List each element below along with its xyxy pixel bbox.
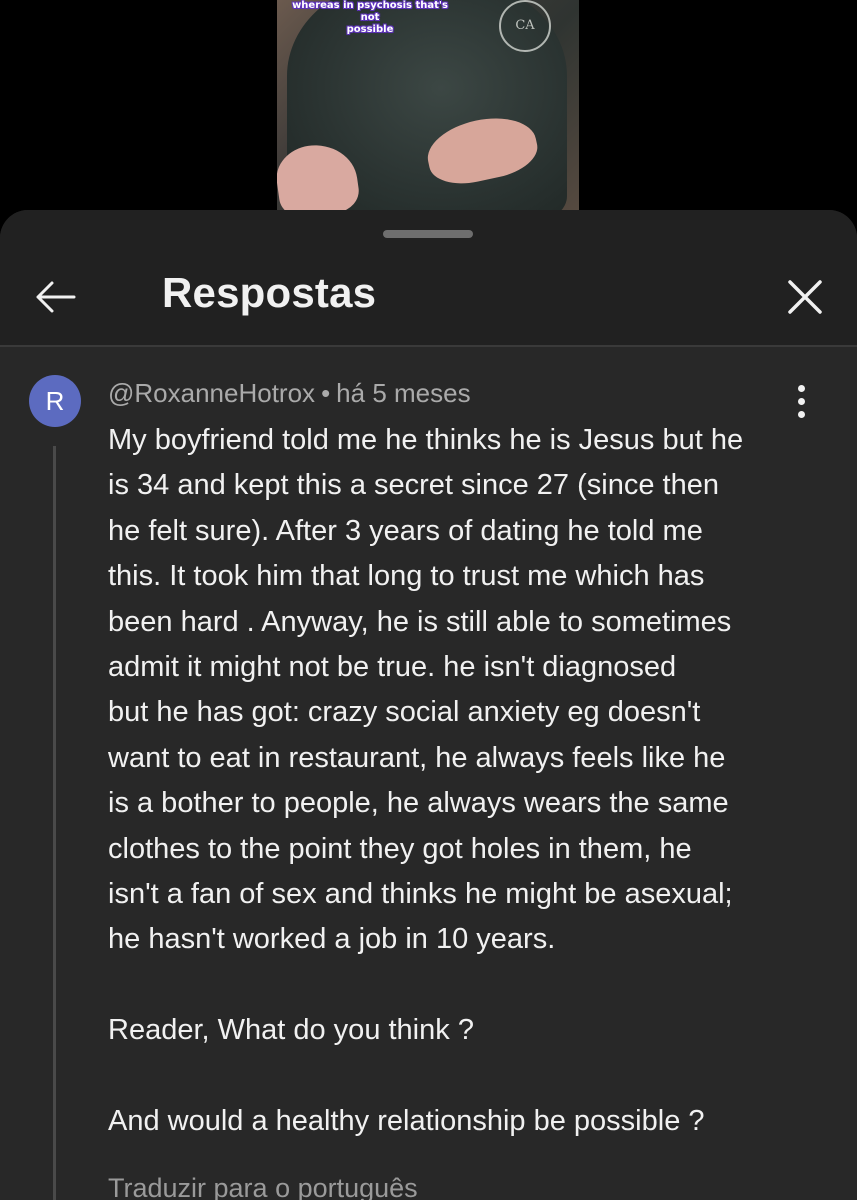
comment-line: he hasn't worked a job in 10 years.: [108, 923, 556, 956]
close-icon: [788, 280, 822, 314]
comment-line: And would a healthy relationship be poss…: [108, 1105, 705, 1138]
comment-line: admit it might not be true. he isn't dia…: [108, 651, 677, 684]
comment-line: clothes to the point they got holes in t…: [108, 832, 692, 865]
thread-line: [53, 446, 56, 1200]
comment-meta: @RoxanneHotrox • há 5 meses: [108, 376, 471, 410]
drag-handle[interactable]: [383, 230, 473, 238]
sheet-title: Respostas: [162, 269, 377, 316]
comment-line: is a bother to people, he always wears t…: [108, 787, 729, 820]
comment-line: is 34 and kept this a secret since 27 (s…: [108, 469, 719, 502]
comment-line: My boyfriend told me he thinks he is Jes…: [108, 424, 744, 456]
comment-line: isn't a fan of sex and thinks he might b…: [108, 878, 733, 911]
comment-line: want to eat in restaurant, he always fee…: [108, 741, 726, 774]
replies-sheet: Respostas R @RoxanneHotrox • há 5 meses My…: [0, 210, 857, 1200]
translate-link[interactable]: Traduzir para o português: [108, 1168, 418, 1200]
back-button[interactable]: [30, 272, 80, 322]
video-caption-line: whereas in psychosis that's not: [292, 0, 448, 23]
close-button[interactable]: [780, 272, 830, 322]
video-caption-line: possible: [346, 24, 394, 35]
comment-author[interactable]: @RoxanneHotrox: [108, 378, 315, 408]
comment-line: he felt sure). After 3 years of dating h…: [108, 514, 703, 547]
more-vert-icon: [786, 385, 816, 418]
comment-time: há 5 meses: [336, 378, 471, 408]
comment-line: been hard . Anyway, he is still able to …: [108, 605, 732, 638]
video-frame[interactable]: CA whereas in psychosis that's not possi…: [277, 0, 579, 212]
comment-text: My boyfriend told me he thinks he is Jes…: [108, 418, 808, 1144]
arrow-left-icon: [36, 281, 76, 313]
header-divider: [0, 345, 857, 347]
video-player-area[interactable]: CA whereas in psychosis that's not possi…: [0, 0, 857, 212]
meta-separator: •: [321, 378, 331, 408]
avatar[interactable]: R: [29, 375, 81, 427]
sheet-header: Respostas: [0, 210, 857, 345]
video-caption: whereas in psychosis that's not possible: [285, 0, 455, 36]
comment-line: this. It took him that long to trust me …: [108, 560, 705, 593]
comment-line: but he has got: crazy social anxiety eg …: [108, 696, 701, 729]
hoodie-logo: CA: [499, 0, 551, 52]
comment-line: Reader, What do you think ?: [108, 1014, 474, 1047]
